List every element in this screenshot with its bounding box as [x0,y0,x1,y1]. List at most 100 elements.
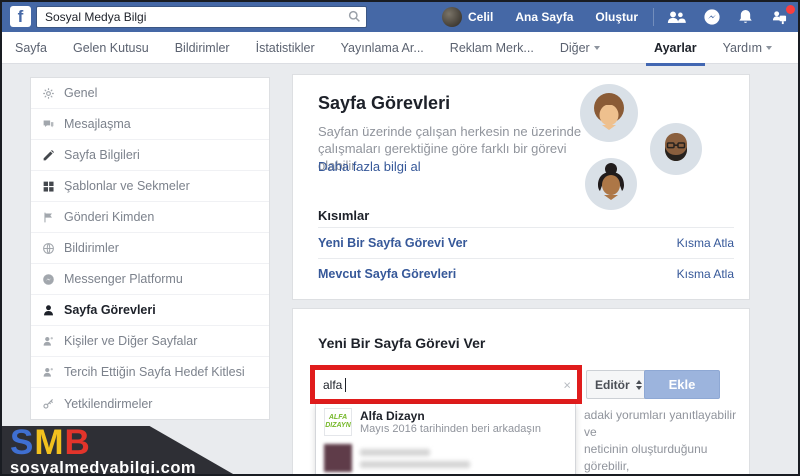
tab-sayfa[interactable]: Sayfa [2,41,60,55]
result-logo-line: ALFA [328,414,348,421]
page-roles-intro-card: Sayfa Görevleri Sayfan üzerinde çalışan … [292,74,750,300]
audience-icon [41,366,56,379]
friend-requests-icon[interactable] [658,10,695,24]
select-arrows-icon [635,379,642,390]
tab-yardim-label: Yardım [722,40,762,55]
result-blurred[interactable] [316,440,575,474]
result-subtitle: Mayıs 2016 tarihinden beri arkadaşın [360,423,541,435]
sidebar-item-messenger-platformu[interactable]: Messenger Platformu [31,264,269,295]
tab-gelen-kutusu[interactable]: Gelen Kutusu [60,41,162,55]
assign-role-heading: Yeni Bir Sayfa Görevi Ver [318,335,486,351]
sidebar-item-label: Genel [64,86,98,100]
sidebar-item-yetkilendirmeler[interactable]: Yetkilendirmeler [31,388,269,419]
result-logo-line: DIZAYN [325,422,351,429]
roles-illustration [571,81,721,221]
people-icon [41,335,56,348]
tab-yardim[interactable]: Yardım [711,41,784,55]
watermark-site-url: sosyalmedyabilgi.com [10,459,197,476]
role-description-text: adaki yorumları yanıtlayabilir ve netici… [584,407,748,474]
sidebar-item-label: Sayfa Görevleri [64,303,156,317]
pencil-icon [41,149,56,162]
role-hint-line: adaki yorumları yanıtlayabilir ve [584,408,737,439]
tab-bildirimler[interactable]: Bildirimler [162,41,243,55]
sidebar-item-label: Mesajlaşma [64,117,131,131]
learn-more-link[interactable]: Daha fazla bilgi al [318,159,421,174]
home-link[interactable]: Ana Sayfa [504,10,584,24]
smb-letter: B [64,423,91,462]
sidebar-item-kisiler[interactable]: Kişiler ve Diğer Sayfalar [31,326,269,357]
settings-sidebar: Genel Mesajlaşma Sayfa Bilgileri Şablonl… [30,77,270,420]
person-search-input[interactable]: alfa × [315,370,577,399]
chat-icon [41,118,56,131]
sidebar-item-label: Sayfa Bilgileri [64,148,140,162]
profile-link[interactable]: Celil [468,10,504,24]
clear-input-icon[interactable]: × [563,377,571,392]
result-alfa-dizayn[interactable]: ALFA DIZAYN Alfa Dizayn Mayıs 2016 tarih… [316,404,575,440]
chevron-down-icon [766,45,772,50]
grid-icon [41,180,56,193]
globe-icon [41,242,56,255]
search-input[interactable] [36,6,367,28]
facebook-settings-page: f Celil Ana Sayfa Oluştur [0,0,800,476]
sidebar-item-label: Kişiler ve Diğer Sayfalar [64,334,198,348]
avatar-woman-bun [585,158,637,210]
search-icon[interactable] [348,10,361,23]
sidebar-item-label: Tercih Ettiğin Sayfa Hedef Kitlesi [64,365,245,379]
result-name: Alfa Dizayn [360,409,425,423]
add-button[interactable]: Ekle [644,370,720,399]
messenger-icon[interactable] [695,9,729,25]
support-inbox-icon[interactable] [762,4,797,25]
tab-istatistikler[interactable]: İstatistikler [243,41,328,55]
skip-to-section-link[interactable]: Kısma Atla [677,236,734,250]
key-icon [41,397,56,410]
person-icon [41,304,56,317]
sidebar-item-sablonlar[interactable]: Şablonlar ve Sekmeler [31,171,269,202]
section-row-new-role: Yeni Bir Sayfa Görevi Ver Kısma Atla [318,227,734,258]
sidebar-item-label: Gönderi Kimden [64,210,155,224]
tab-diger-label: Diğer [559,40,590,55]
chevron-down-icon [593,45,600,50]
facebook-logo[interactable]: f [10,6,31,27]
divider [653,8,655,26]
tab-diger[interactable]: Diğer [547,41,613,55]
blurred-text [360,448,470,468]
avatar-man-beard [650,123,702,175]
page-tabs-bar: Sayfa Gelen Kutusu Bildirimler İstatisti… [2,32,798,66]
sidebar-item-label: Yetkilendirmeler [64,396,153,411]
role-select-label: Editör [595,377,630,392]
sidebar-item-bildirimler[interactable]: Bildirimler [31,233,269,264]
sidebar-item-gonderi-kimden[interactable]: Gönderi Kimden [31,202,269,233]
result-logo: ALFA DIZAYN [324,408,352,436]
section-link[interactable]: Mevcut Sayfa Görevleri [318,267,456,281]
sidebar-item-label: Messenger Platformu [64,272,183,286]
create-link[interactable]: Oluştur [584,10,649,24]
role-select-button[interactable]: Editör [586,370,651,399]
page-title: Sayfa Görevleri [318,93,451,113]
pin-icon [48,421,53,426]
sidebar-item-genel[interactable]: Genel [31,78,269,109]
highlight-red-box: alfa × [310,365,582,404]
top-navigation-bar: f Celil Ana Sayfa Oluştur [2,2,798,32]
sidebar-item-label: Bildirimler [64,241,119,255]
tab-ayarlar-active[interactable]: Ayarlar [640,33,711,66]
sidebar-item-label: Şablonlar ve Sekmeler [64,179,190,193]
section-row-existing-roles: Mevcut Sayfa Görevleri Kısma Atla [318,258,734,289]
notifications-icon[interactable] [729,9,762,25]
user-avatar[interactable] [442,7,462,27]
section-link[interactable]: Yeni Bir Sayfa Görevi Ver [318,236,467,250]
text-cursor [345,377,347,392]
sidebar-item-sayfa-gorevleri[interactable]: Sayfa Görevleri [31,295,269,326]
sidebar-item-hedef-kitle[interactable]: Tercih Ettiğin Sayfa Hedef Kitlesi [31,357,269,388]
messenger-icon [41,273,56,286]
tab-reklam[interactable]: Reklam Merk... [437,41,547,55]
search-results-dropdown: ALFA DIZAYN Alfa Dizayn Mayıs 2016 tarih… [315,404,576,474]
skip-to-section-link[interactable]: Kısma Atla [677,267,734,281]
sidebar-item-mesajlasma[interactable]: Mesajlaşma [31,109,269,140]
gear-icon [41,87,56,100]
smb-letter: M [34,421,65,462]
flag-icon [41,211,56,224]
sidebar-item-sayfa-bilgileri[interactable]: Sayfa Bilgileri [31,140,269,171]
tab-yayinlama[interactable]: Yayınlama Ar... [328,41,437,55]
smb-letter: S [10,423,35,462]
smb-logo: S MB [10,426,240,460]
